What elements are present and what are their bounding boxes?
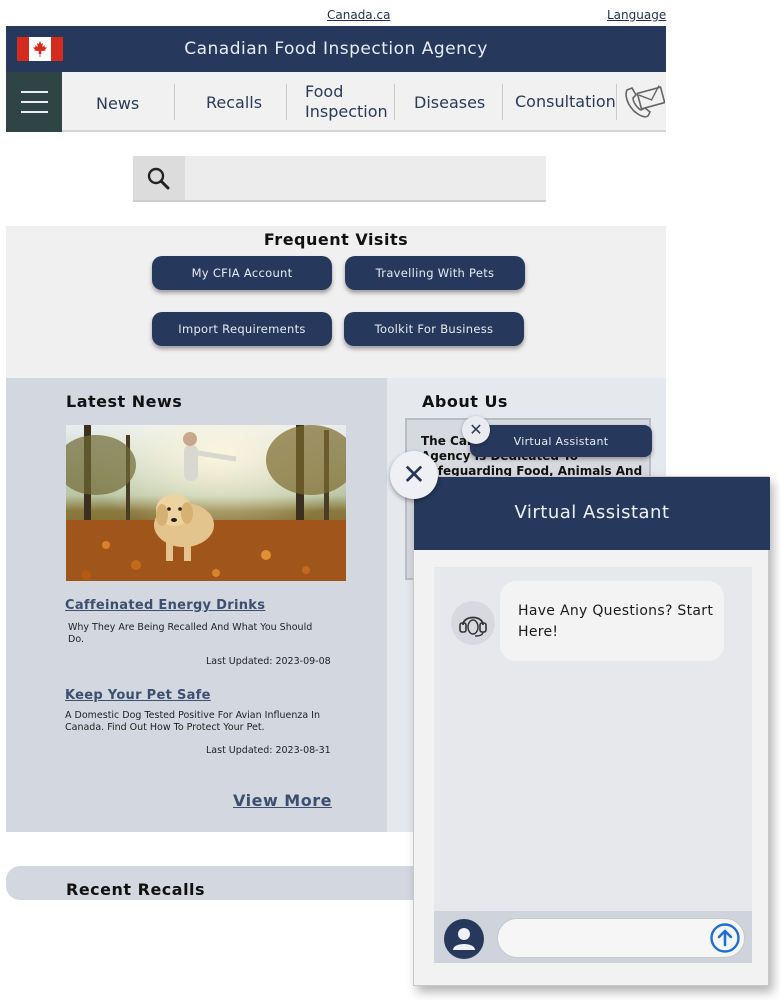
news-date-pet-safe: Last Updated: 2023-08-31 — [206, 745, 331, 756]
phone-mail-icon[interactable] — [623, 82, 665, 122]
latest-news-section: Latest News Caffeinated Energy Drinks Wh… — [6, 378, 387, 832]
user-avatar — [444, 919, 484, 959]
nav-item-consultation[interactable]: Consultation — [515, 92, 616, 112]
search-bar — [133, 156, 546, 202]
news-headline-energy-drinks[interactable]: Caffeinated Energy Drinks — [65, 598, 265, 613]
news-date-energy-drinks: Last Updated: 2023-09-08 — [206, 656, 331, 667]
virtual-assistant-tab[interactable]: Virtual Assistant — [470, 425, 652, 457]
toolkit-for-business-button[interactable]: Toolkit For Business — [344, 312, 524, 346]
hamburger-icon — [21, 91, 48, 93]
nav-item-recalls[interactable]: Recalls — [206, 93, 262, 113]
user-icon — [453, 928, 475, 950]
dog-in-autumn-park-image[interactable] — [66, 425, 346, 581]
recent-recalls-section: Recent Recalls — [6, 866, 446, 900]
news-summary-pet-safe: A Domestic Dog Tested Positive For Avian… — [65, 710, 320, 733]
bot-avatar — [451, 601, 495, 645]
send-arrow-icon[interactable] — [709, 922, 741, 954]
latest-news-title: Latest News — [66, 392, 183, 411]
virtual-assistant-header: Virtual Assistant — [414, 477, 770, 550]
nav-item-food-inspection[interactable]: Food Inspection — [305, 82, 388, 122]
site-title: Canadian Food Inspection Agency — [184, 39, 488, 59]
view-more-link[interactable]: View More — [233, 791, 332, 810]
virtual-assistant-panel: Virtual Assistant Have Any Questions? St… — [413, 476, 770, 986]
nav-item-diseases[interactable]: Diseases — [414, 93, 485, 113]
my-cfia-account-button[interactable]: My CFIA Account — [152, 256, 332, 290]
search-input[interactable] — [185, 156, 546, 200]
site-header: Canadian Food Inspection Agency — [6, 26, 666, 72]
import-requirements-button[interactable]: Import Requirements — [152, 312, 332, 346]
message-input[interactable] — [497, 918, 745, 958]
virtual-assistant-close-icon[interactable]: ✕ — [390, 451, 438, 499]
chat-area: Have Any Questions? Start Here! — [434, 567, 752, 911]
headset-icon — [459, 616, 487, 637]
frequent-visits-section: Frequent Visits My CFIA Account Travelli… — [6, 226, 666, 378]
language-link[interactable]: Language — [607, 8, 666, 22]
about-us-title: About Us — [422, 392, 508, 411]
nav-item-news[interactable]: News — [96, 94, 139, 114]
travelling-with-pets-button[interactable]: Travelling With Pets — [345, 256, 525, 290]
bot-message-text: Have Any Questions? Start Here! — [518, 603, 714, 640]
frequent-visits-title: Frequent Visits — [263, 230, 409, 249]
bot-message-bubble: Have Any Questions? Start Here! — [500, 581, 724, 661]
nav-item-food-inspection-line1: Food — [305, 82, 344, 101]
news-headline-pet-safe[interactable]: Keep Your Pet Safe — [65, 688, 211, 703]
nav-item-food-inspection-line2: Inspection — [305, 102, 388, 121]
search-icon — [147, 167, 170, 190]
chat-input-bar — [434, 911, 752, 963]
news-summary-energy-drinks: Why They Are Being Recalled And What You… — [68, 622, 313, 645]
page: Canada.ca Language Canadian Food Inspect… — [0, 0, 780, 1000]
virtual-assistant-tab-close-icon[interactable]: ✕ — [462, 416, 490, 444]
search-button[interactable] — [133, 156, 185, 200]
canada-ca-link[interactable]: Canada.ca — [327, 8, 390, 22]
hamburger-menu-button[interactable] — [6, 72, 62, 132]
recent-recalls-title: Recent Recalls — [66, 880, 206, 899]
main-nav: News Recalls Food Inspection Diseases Co… — [6, 72, 666, 132]
virtual-assistant-title: Virtual Assistant — [514, 502, 670, 523]
